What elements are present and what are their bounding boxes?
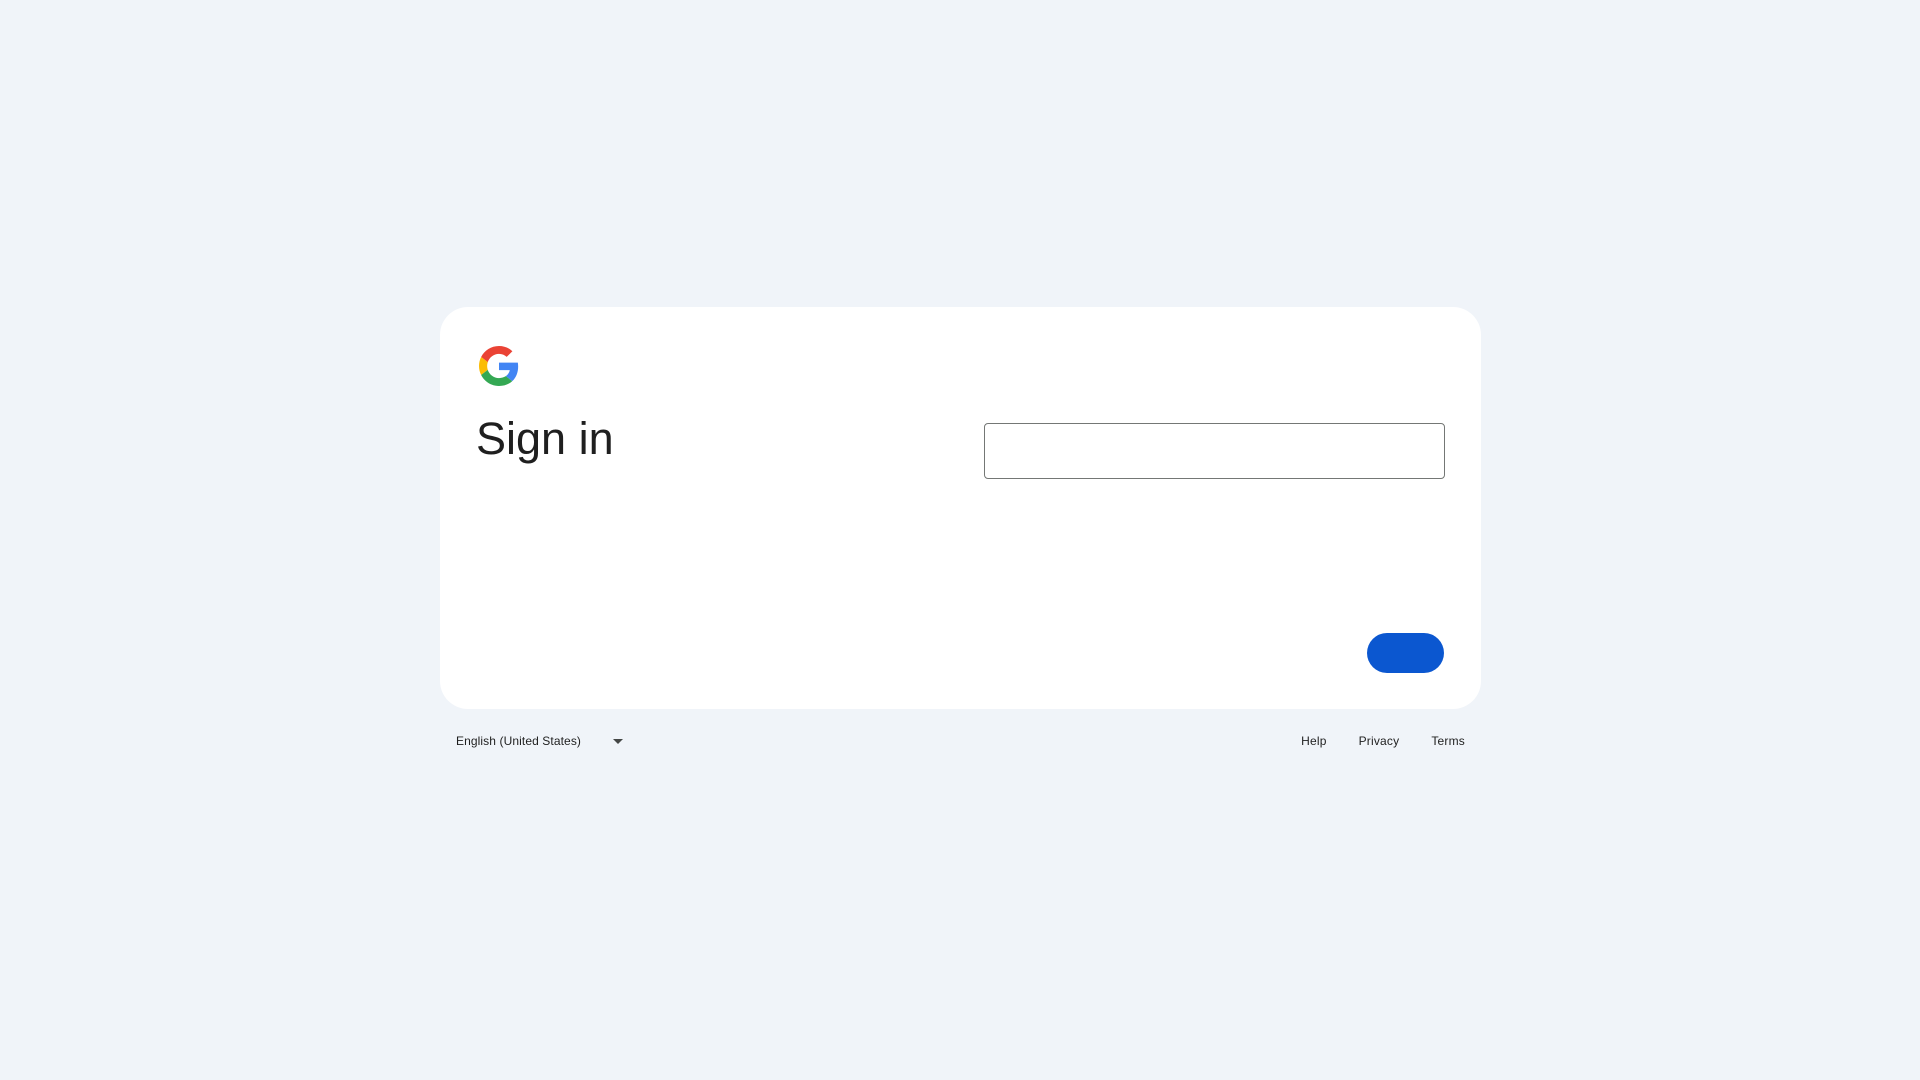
- google-g-icon: [479, 346, 519, 386]
- next-button[interactable]: [1367, 633, 1444, 673]
- language-select[interactable]: English (United States): [456, 724, 624, 758]
- terms-link[interactable]: Terms: [1415, 724, 1481, 758]
- caret-down-icon: [613, 738, 624, 744]
- email-field[interactable]: [984, 423, 1445, 479]
- email-input[interactable]: [985, 424, 1444, 478]
- sign-in-card: Sign in: [440, 307, 1481, 709]
- help-link[interactable]: Help: [1285, 724, 1342, 758]
- page-title: Sign in: [476, 413, 614, 464]
- footer-links: Help Privacy Terms: [1285, 724, 1481, 758]
- language-label: English (United States): [456, 734, 582, 748]
- privacy-link[interactable]: Privacy: [1343, 724, 1416, 758]
- footer: English (United States) Help Privacy Ter…: [440, 724, 1481, 758]
